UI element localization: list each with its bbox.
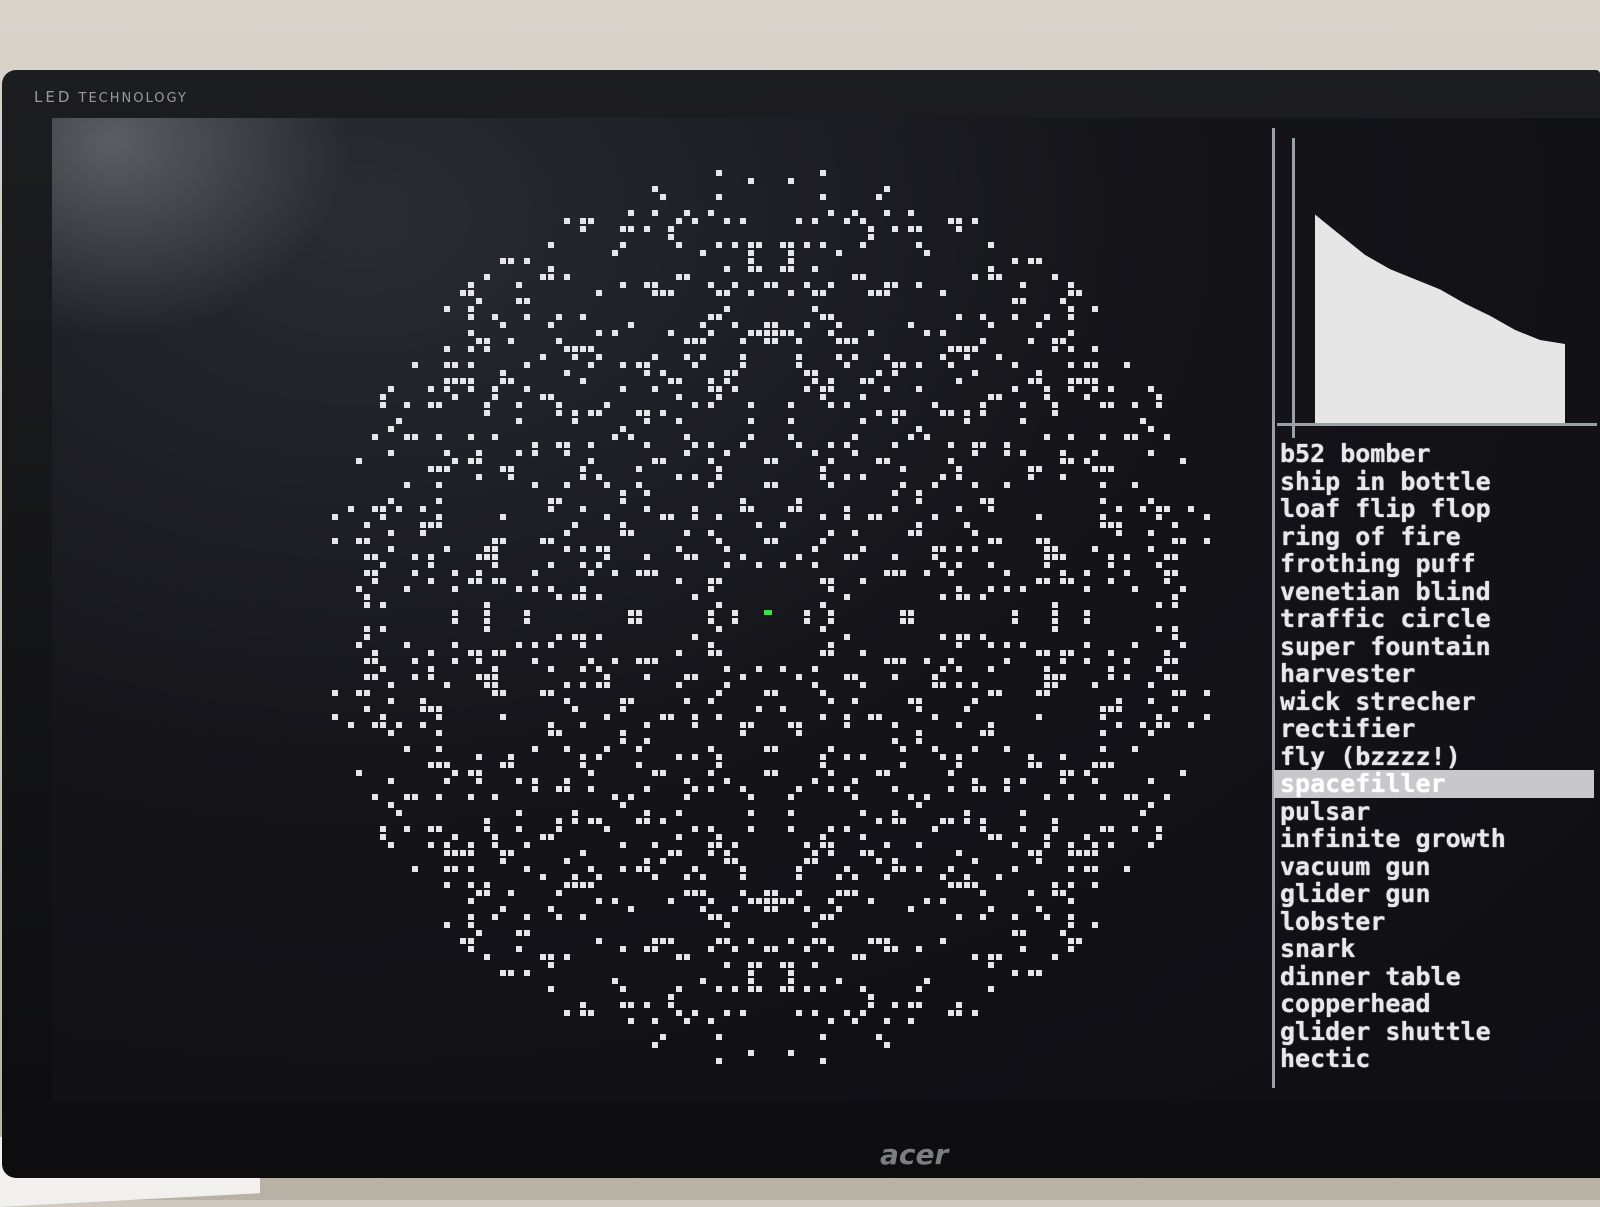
pattern-item[interactable]: venetian blind xyxy=(1274,577,1594,606)
pattern-item[interactable]: rectifier xyxy=(1274,715,1594,743)
pattern-item[interactable]: loaf flip flop xyxy=(1274,495,1594,523)
brand-logo: acer xyxy=(880,1138,949,1171)
cursor-cell xyxy=(764,610,772,615)
pattern-item[interactable]: snark xyxy=(1274,935,1594,963)
pattern-item[interactable]: glider shuttle xyxy=(1274,1017,1594,1046)
pattern-item[interactable]: dinner table xyxy=(1274,962,1594,991)
graph-list-divider xyxy=(1277,423,1597,426)
pattern-item[interactable]: frothing puff xyxy=(1274,550,1594,578)
pattern-item[interactable]: lobster xyxy=(1274,907,1594,936)
population-graph xyxy=(1315,214,1565,423)
pattern-item[interactable]: ring of fire xyxy=(1274,522,1594,551)
population-area xyxy=(1315,214,1565,423)
bezel-label-led: LED xyxy=(34,88,73,106)
life-simulation-canvas[interactable] xyxy=(292,138,1252,1098)
pattern-item[interactable]: wick strecher xyxy=(1274,687,1594,716)
pattern-item[interactable]: spacefiller xyxy=(1274,770,1594,798)
pattern-item[interactable]: b52 bomber xyxy=(1274,440,1594,468)
pattern-item[interactable]: harvester xyxy=(1274,660,1594,688)
pattern-item[interactable]: traffic circle xyxy=(1274,605,1594,633)
pattern-item[interactable]: infinite growth xyxy=(1274,825,1594,853)
pattern-item[interactable]: super fountain xyxy=(1274,632,1594,661)
bezel-label: LED TECHNOLOGY xyxy=(34,88,188,106)
population-graph-panel xyxy=(1292,138,1585,438)
pattern-item[interactable]: vacuum gun xyxy=(1274,852,1594,881)
pattern-list: b52 bomber ship in bottle loaf flip flop ri… xyxy=(1274,440,1594,1073)
pattern-item[interactable]: hectic xyxy=(1274,1045,1594,1073)
pattern-item[interactable]: ship in bottle xyxy=(1274,467,1594,496)
pattern-item[interactable]: fly (bzzzz!) xyxy=(1274,742,1594,771)
pattern-item[interactable]: glider gun xyxy=(1274,880,1594,908)
cell-field xyxy=(332,170,1210,1064)
pattern-item[interactable]: pulsar xyxy=(1274,797,1594,826)
pattern-item[interactable]: copperhead xyxy=(1274,990,1594,1018)
bezel-label-technology: TECHNOLOGY xyxy=(78,91,188,106)
screen: b52 bomber ship in bottle loaf flip flop ri… xyxy=(52,118,1600,1102)
